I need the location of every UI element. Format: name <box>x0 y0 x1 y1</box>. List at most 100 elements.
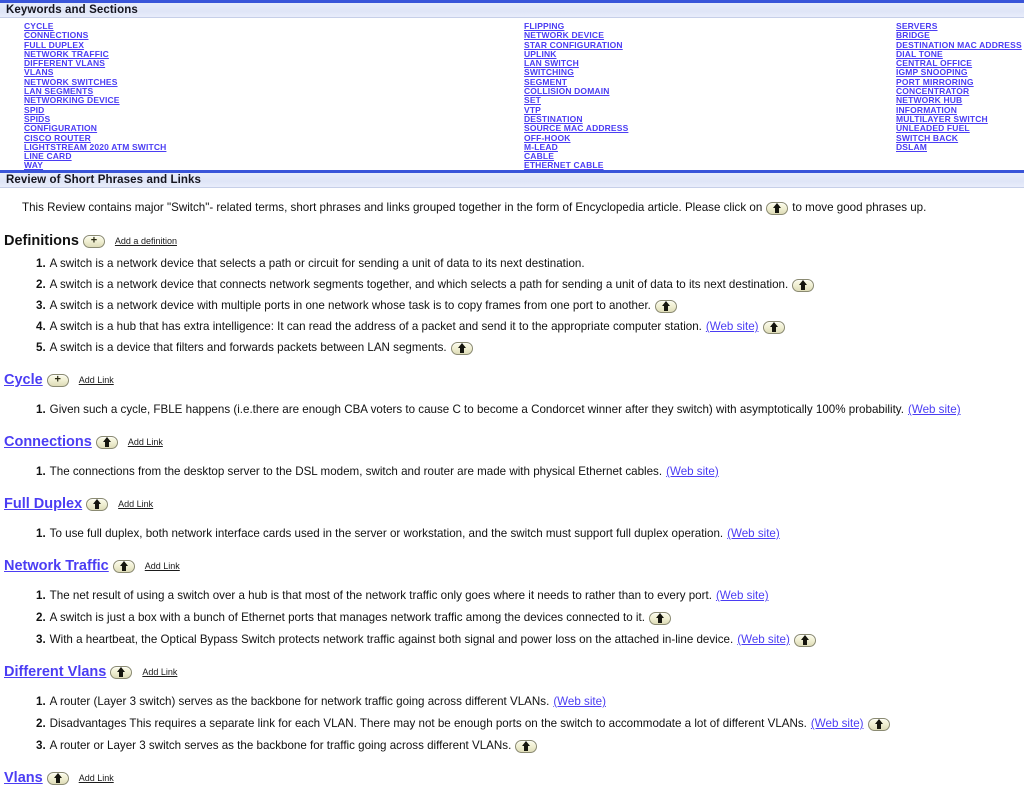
keywords-section-bar: Keywords and Sections <box>0 0 1024 18</box>
group-title[interactable]: Connections <box>4 434 92 450</box>
up-arrow-icon[interactable] <box>112 559 135 573</box>
entry-text: A switch is a network device that select… <box>49 257 585 270</box>
list-item: 3. With a heartbeat, the Optical Bypass S… <box>0 633 1024 647</box>
web-site-link[interactable]: (Web site) <box>908 403 961 417</box>
groups-container: DefinitionsAdd a definition1.A switch is… <box>0 232 1024 790</box>
group-heading: Vlans Add Link <box>0 769 1024 787</box>
web-site-link[interactable]: (Web site) <box>666 465 719 479</box>
group-heading: Definitions Add a definition <box>0 232 1024 250</box>
list-item: 2. Disadvantages This requires a separate… <box>0 717 1024 731</box>
entry-text: The connections from the desktop server … <box>49 465 663 478</box>
move-up-icon[interactable] <box>792 278 815 292</box>
group-heading: Full Duplex Add Link <box>0 495 1024 513</box>
group-heading: Different Vlans Add Link <box>0 663 1024 681</box>
plus-icon[interactable] <box>46 373 69 387</box>
list-item: 1. The connections from the desktop serve… <box>0 465 1024 479</box>
entry-number: 1. <box>36 589 46 602</box>
list-item: 1. To use full duplex, both network inter… <box>0 527 1024 541</box>
list-item: 4. A switch is a hub that has extra intel… <box>0 320 1024 334</box>
up-arrow-icon[interactable] <box>46 771 69 785</box>
group-title[interactable]: Full Duplex <box>4 496 82 512</box>
entry-text: A router (Layer 3 switch) serves as the … <box>49 695 550 708</box>
web-site-link[interactable]: (Web site) <box>811 717 864 731</box>
group-action-link[interactable]: Add Link <box>118 499 153 509</box>
phrase-group: Connections Add Link 1. The connections fro… <box>0 433 1024 479</box>
entry-text: With a heartbeat, the Optical Bypass Swi… <box>49 633 734 646</box>
phrase-group: VlansAdd Link1.The traffic flows fine ov… <box>0 769 1024 790</box>
up-arrow-icon[interactable] <box>95 435 118 449</box>
keyword-link[interactable]: LINE CARD <box>24 151 166 161</box>
move-up-icon[interactable] <box>867 717 890 731</box>
entry-text: A switch is a network device that connec… <box>49 278 789 291</box>
review-body: This Review contains major "Switch"- rel… <box>0 188 1024 790</box>
entry-number: 2. <box>36 278 46 291</box>
web-site-link[interactable]: (Web site) <box>737 633 790 647</box>
move-up-icon[interactable] <box>515 739 538 753</box>
entry-number: 1. <box>36 695 46 708</box>
move-up-icon[interactable] <box>766 201 789 215</box>
entry-number: 2. <box>36 717 46 730</box>
entry-number: 1. <box>36 403 46 416</box>
entry-number: 1. <box>36 527 46 540</box>
group-action-link[interactable]: Add Link <box>128 437 163 447</box>
entry-list: 1. To use full duplex, both network inter… <box>0 527 1024 541</box>
keyword-column-2: FLIPPING NETWORK DEVICE STAR CONFIGURATION… <box>524 21 628 171</box>
list-item: 1. A router (Layer 3 switch) serves as th… <box>0 695 1024 709</box>
entry-text: Given such a cycle, FBLE happens (i.e.th… <box>49 403 904 416</box>
move-up-icon[interactable] <box>450 341 473 355</box>
up-arrow-icon[interactable] <box>86 497 109 511</box>
entry-list: 1. Given such a cycle, FBLE happens (i.e.… <box>0 403 1024 417</box>
group-heading: Connections Add Link <box>0 433 1024 451</box>
list-item: 1. The net result of using a switch over … <box>0 589 1024 603</box>
entry-number: 1. <box>36 257 46 270</box>
entry-text: A switch is a hub that has extra intelli… <box>49 320 702 333</box>
entry-number: 3. <box>36 299 46 312</box>
review-intro-text-after: to move good phrases up. <box>792 201 927 214</box>
list-item: 2. A switch is just a box with a bunch of… <box>0 611 1024 625</box>
keyword-column-1: CYCLE CONNECTIONS FULL DUPLEX NETWORK TRAFF… <box>24 21 166 171</box>
review-intro: This Review contains major "Switch"- rel… <box>0 188 1024 216</box>
review-intro-text-before: This Review contains major "Switch"- rel… <box>22 201 763 214</box>
group-title: Definitions <box>4 233 79 249</box>
group-heading: Network Traffic Add Link <box>0 557 1024 575</box>
group-action-link[interactable]: Add Link <box>145 561 180 571</box>
keywords-section-title: Keywords and Sections <box>6 4 138 16</box>
group-title[interactable]: Network Traffic <box>4 558 109 574</box>
group-action-link[interactable]: Add Link <box>79 773 114 783</box>
move-up-icon[interactable] <box>762 320 785 334</box>
group-title[interactable]: Cycle <box>4 372 43 388</box>
web-site-link[interactable]: (Web site) <box>553 695 606 709</box>
web-site-link[interactable]: (Web site) <box>727 527 780 541</box>
entry-number: 4. <box>36 320 46 333</box>
phrase-group: Different Vlans Add Link 1. A router (Layer… <box>0 663 1024 753</box>
keyword-link[interactable]: DSLAM <box>896 142 1022 152</box>
entry-text: A switch is a network device with multip… <box>49 299 651 312</box>
entry-list: 1. A switch is a network device that sele… <box>0 257 1024 355</box>
web-site-link[interactable]: (Web site) <box>706 320 759 334</box>
entry-text: A switch is a device that filters and fo… <box>49 341 447 354</box>
keyword-column-3: SERVERS BRIDGE DESTINATION MAC ADDRESS DIAL… <box>896 21 1022 152</box>
keywords-list: CYCLE CONNECTIONS FULL DUPLEX NETWORK TRAFF… <box>0 18 1024 170</box>
keyword-link[interactable]: NETWORKING DEVICE <box>24 96 166 106</box>
group-action-link[interactable]: Add Link <box>79 375 114 385</box>
move-up-icon[interactable] <box>648 611 671 625</box>
move-up-icon[interactable] <box>654 299 677 313</box>
list-item: 1. Given such a cycle, FBLE happens (i.e.… <box>0 403 1024 417</box>
keyword-link[interactable]: WAY <box>24 161 166 171</box>
entry-number: 2. <box>36 611 46 624</box>
phrase-group: Cycle Add Link 1.Given such a cycle, FBLE … <box>0 371 1024 417</box>
group-action-link[interactable]: Add Link <box>142 667 177 677</box>
keyword-link[interactable]: ETHERNET CABLE <box>524 161 628 171</box>
move-up-icon[interactable] <box>793 633 816 647</box>
entry-list: 1. A router (Layer 3 switch) serves as th… <box>0 695 1024 753</box>
list-item: 3. A router or Layer 3 switch serves as t… <box>0 739 1024 753</box>
group-action-link[interactable]: Add a definition <box>115 236 177 246</box>
group-title[interactable]: Vlans <box>4 770 43 786</box>
entry-text: A switch is just a box with a bunch of E… <box>49 611 645 624</box>
plus-icon[interactable] <box>82 234 105 248</box>
up-arrow-icon[interactable] <box>110 665 133 679</box>
group-title[interactable]: Different Vlans <box>4 664 106 680</box>
web-site-link[interactable]: (Web site) <box>716 589 769 603</box>
entry-text: To use full duplex, both network interfa… <box>49 527 724 540</box>
review-section-bar: Review of Short Phrases and Links <box>0 170 1024 188</box>
